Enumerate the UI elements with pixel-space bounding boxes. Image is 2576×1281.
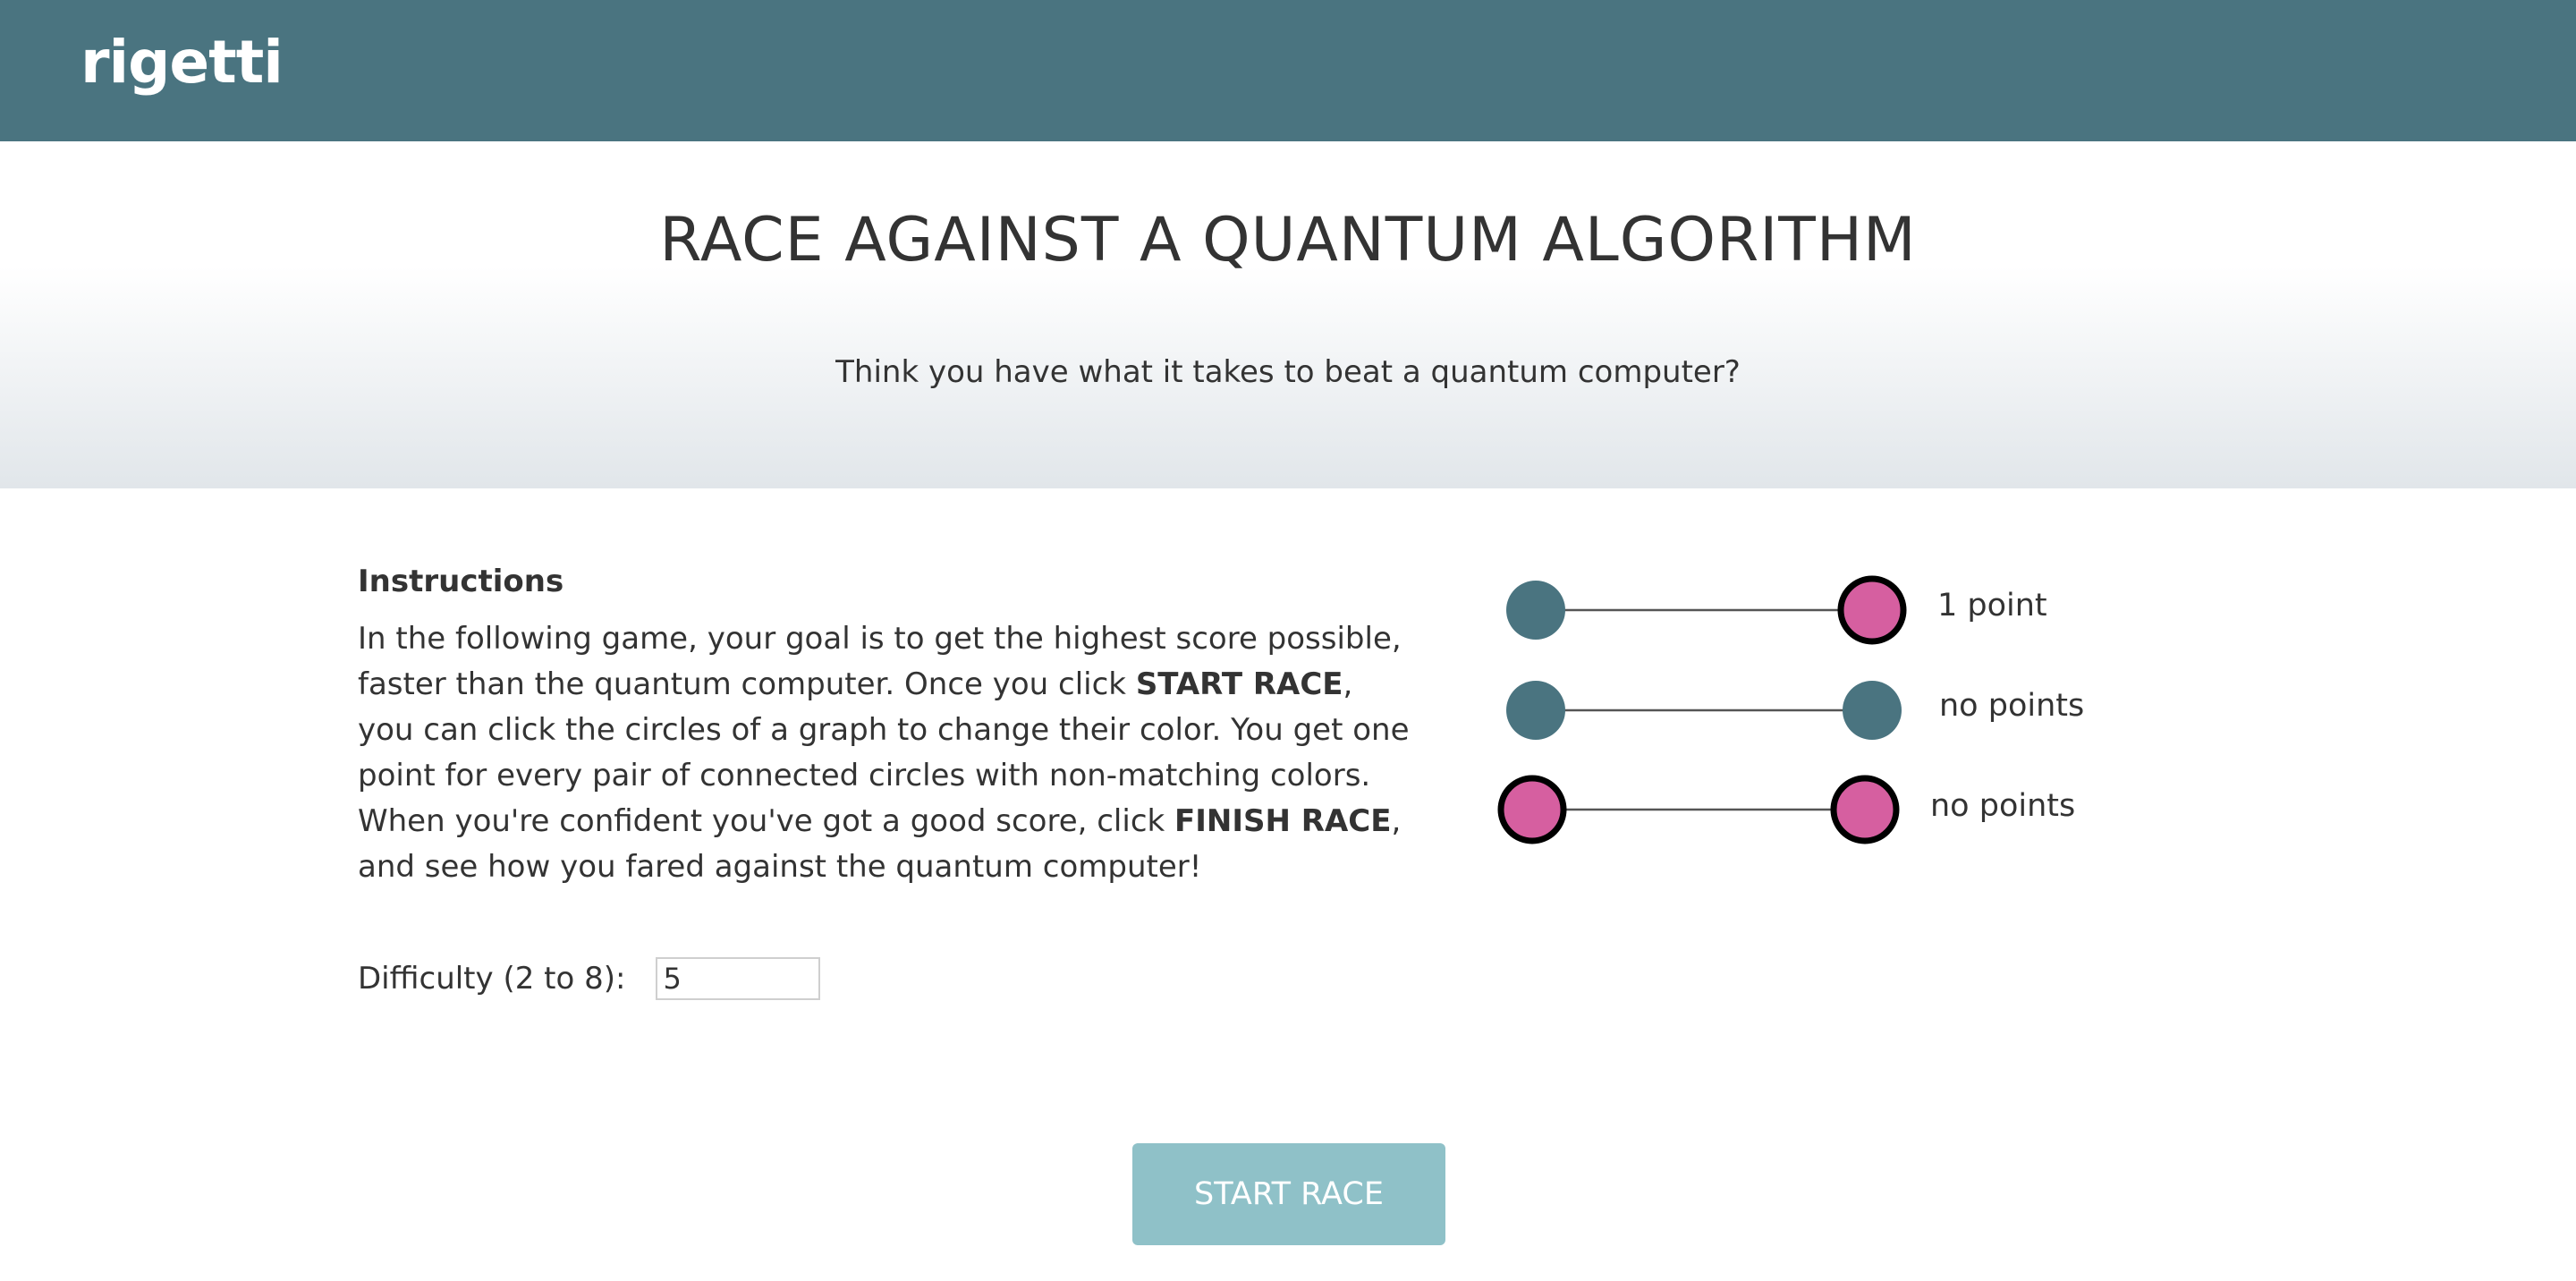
header-bar: rigetti [0,0,2576,141]
difficulty-label: Difficulty (2 to 8): [358,961,626,997]
instructions-section: Instructions In the following game, your… [358,564,1413,890]
start-race-button[interactable]: START RACE [1132,1143,1445,1245]
finish-race-emphasis: FINISH RACE [1174,802,1392,839]
legend-node-2-right [1843,681,1902,740]
page-title: RACE AGAINST A QUANTUM ALGORITHM [659,205,1917,276]
instructions-heading: Instructions [358,564,564,599]
hero-section: RACE AGAINST A QUANTUM ALGORITHM Think y… [0,141,2576,488]
start-race-emphasis: START RACE [1135,666,1343,702]
legend-node-2-left [1506,681,1565,740]
legend-node-1-left [1506,581,1565,640]
scoring-legend: 1 point no points no points [1485,564,2200,868]
page-subtitle: Think you have what it takes to beat a q… [835,354,1741,390]
legend-node-3-left [1497,775,1567,844]
legend-label-3: no points [1930,788,2076,824]
legend-label-1: 1 point [1937,588,2047,624]
rigetti-logo[interactable]: rigetti [80,27,284,98]
legend-label-2: no points [1939,688,2085,724]
difficulty-control: Difficulty (2 to 8): [358,957,821,1000]
instructions-text: In the following game, your goal is to g… [358,616,1413,890]
legend-node-1-right [1837,575,1907,645]
difficulty-input[interactable] [656,957,821,1000]
legend-node-3-right [1830,775,1900,844]
